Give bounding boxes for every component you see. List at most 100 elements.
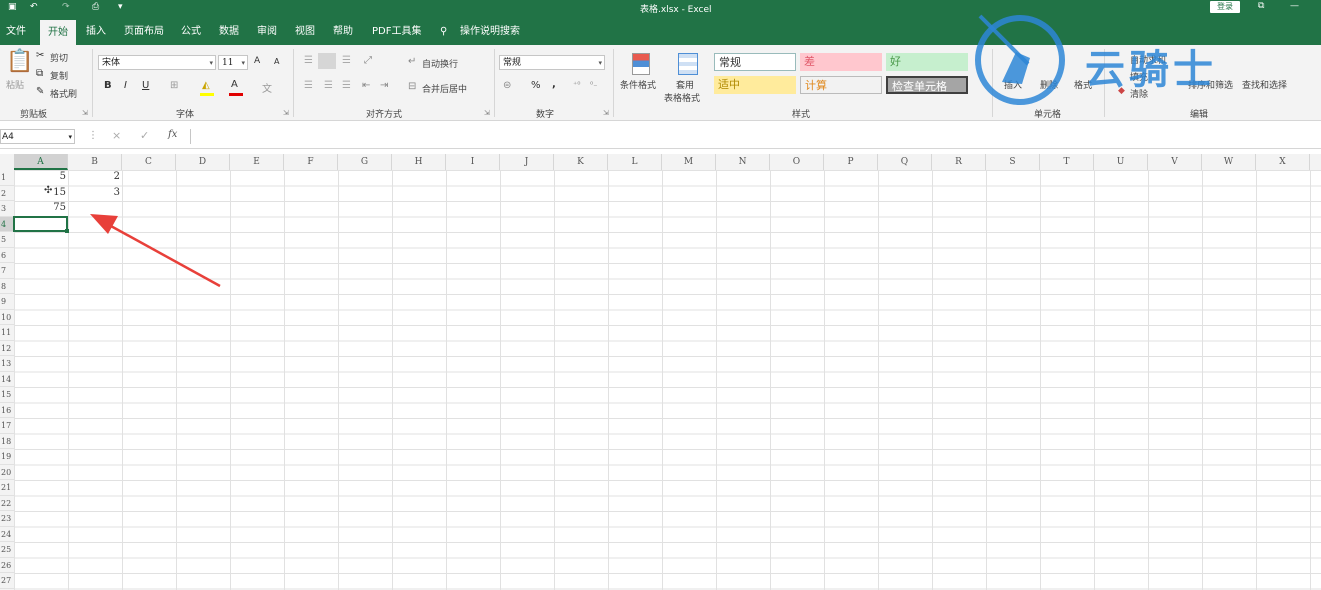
fill-handle[interactable] <box>65 229 69 233</box>
row-header[interactable]: 19 <box>0 449 14 465</box>
tab-help[interactable]: 帮助 <box>333 18 353 45</box>
style-bad[interactable]: 差 <box>800 53 882 71</box>
row-header[interactable]: 12 <box>0 341 14 356</box>
find-select-button[interactable]: 查找和选择 <box>1242 78 1287 91</box>
column-header-k[interactable]: K <box>554 154 608 170</box>
ribbon-display-icon[interactable]: ⧉ <box>1258 1 1264 11</box>
column-header-u[interactable]: U <box>1094 154 1148 170</box>
increase-indent-icon[interactable]: ⇥ <box>380 80 388 91</box>
row-header[interactable]: 27 <box>0 573 14 589</box>
decrease-indent-icon[interactable]: ⇤ <box>362 80 370 91</box>
font-size-select[interactable]: 11 ▾ <box>218 55 248 70</box>
tab-file[interactable]: 文件 <box>6 18 26 45</box>
tab-insert[interactable]: 插入 <box>86 18 106 45</box>
clipboard-launcher-icon[interactable]: ⇲ <box>82 109 88 117</box>
column-header-m[interactable]: M <box>662 154 716 170</box>
column-header-c[interactable]: C <box>122 154 176 170</box>
column-header-r[interactable]: R <box>932 154 986 170</box>
align-right-icon[interactable]: ☰ <box>342 80 351 91</box>
cell-a1[interactable]: 5 <box>14 171 66 182</box>
redo-icon[interactable]: ↷ <box>62 2 70 12</box>
style-normal[interactable]: 常规 <box>714 53 796 71</box>
column-header-o[interactable]: O <box>770 154 824 170</box>
style-neutral[interactable]: 适中 <box>714 76 796 94</box>
column-header-a[interactable]: A <box>14 154 68 170</box>
undo-icon[interactable]: ↶ <box>30 2 38 12</box>
decrease-decimal-icon[interactable]: ⁰₋ <box>590 80 597 89</box>
border-icon[interactable]: ⊞ <box>170 80 178 91</box>
column-header-v[interactable]: V <box>1148 154 1202 170</box>
row-header[interactable]: 26 <box>0 558 14 573</box>
column-header-f[interactable]: F <box>284 154 338 170</box>
row-header[interactable]: 24 <box>0 527 14 542</box>
underline-button[interactable]: U <box>142 80 149 91</box>
cell-b2[interactable]: 3 <box>68 187 120 198</box>
cell-a2[interactable]: 15 <box>14 187 66 198</box>
row-header[interactable]: 10 <box>0 310 14 325</box>
column-header-s[interactable]: S <box>986 154 1040 170</box>
phonetic-icon[interactable]: 文 <box>262 80 272 95</box>
row-header[interactable]: 3 <box>0 201 14 217</box>
insert-function-button[interactable]: fx <box>168 129 177 140</box>
row-header[interactable]: 7 <box>0 263 14 279</box>
italic-button[interactable]: I <box>124 80 127 91</box>
number-launcher-icon[interactable]: ⇲ <box>603 109 609 117</box>
column-header-b[interactable]: B <box>68 154 122 170</box>
wrap-text-button[interactable]: 自动换行 <box>422 57 458 70</box>
orientation-icon[interactable]: ⤢ <box>364 55 372 66</box>
select-all-corner[interactable] <box>0 154 15 171</box>
style-check-cell[interactable]: 检查单元格 <box>886 76 968 94</box>
cell-b1[interactable]: 2 <box>68 171 120 182</box>
row-header[interactable]: 22 <box>0 496 14 511</box>
row-header[interactable]: 25 <box>0 542 14 558</box>
column-header-w[interactable]: W <box>1202 154 1256 170</box>
customize-qat-icon[interactable]: ▾ <box>118 2 123 12</box>
cancel-entry-button[interactable]: × <box>112 129 121 142</box>
font-launcher-icon[interactable]: ⇲ <box>283 109 289 117</box>
align-top-icon[interactable]: ☰ <box>304 55 313 66</box>
style-calculation[interactable]: 计算 <box>800 76 882 94</box>
tab-data[interactable]: 数据 <box>219 18 239 45</box>
column-header-j[interactable]: J <box>500 154 554 170</box>
row-header[interactable]: 13 <box>0 356 14 372</box>
row-header[interactable]: 21 <box>0 480 14 496</box>
row-header[interactable]: 15 <box>0 387 14 403</box>
cut-button[interactable]: 剪切 <box>50 51 68 64</box>
align-center-icon[interactable]: ☰ <box>324 80 333 91</box>
tab-view[interactable]: 视图 <box>295 18 315 45</box>
tab-page-layout[interactable]: 页面布局 <box>124 18 164 45</box>
selected-cell-a4[interactable] <box>13 216 68 232</box>
increase-decimal-icon[interactable]: ⁺⁰ <box>573 80 580 89</box>
tab-review[interactable]: 审阅 <box>257 18 277 45</box>
column-header-p[interactable]: P <box>824 154 878 170</box>
column-header-t[interactable]: T <box>1040 154 1094 170</box>
row-header[interactable]: 23 <box>0 511 14 527</box>
minimize-icon[interactable]: — <box>1290 1 1299 11</box>
format-painter-button[interactable]: 格式刷 <box>50 87 77 100</box>
column-header-q[interactable]: Q <box>878 154 932 170</box>
row-header[interactable]: 1 <box>0 170 14 186</box>
row-header[interactable]: 14 <box>0 372 14 387</box>
bold-button[interactable]: B <box>104 80 112 91</box>
row-header[interactable]: 5 <box>0 232 14 248</box>
row-header[interactable]: 17 <box>0 418 14 434</box>
style-good[interactable]: 好 <box>886 53 968 71</box>
tell-me-search[interactable]: 操作说明搜索 <box>460 18 520 45</box>
column-header-n[interactable]: N <box>716 154 770 170</box>
table-format-label-1[interactable]: 套用 <box>676 78 694 91</box>
currency-icon[interactable]: ⊜ <box>503 80 511 91</box>
column-header-x[interactable]: X <box>1256 154 1310 170</box>
save-icon[interactable]: ▣ <box>8 2 17 12</box>
column-header-d[interactable]: D <box>176 154 230 170</box>
row-header[interactable]: 20 <box>0 465 14 480</box>
number-format-select[interactable]: 常规 ▾ <box>499 55 605 70</box>
row-header[interactable]: 9 <box>0 294 14 310</box>
align-bottom-icon[interactable]: ☰ <box>342 55 351 66</box>
column-header-g[interactable]: G <box>338 154 392 170</box>
row-header[interactable]: 8 <box>0 279 14 294</box>
formula-input[interactable] <box>190 129 1321 144</box>
row-header[interactable]: 18 <box>0 434 14 449</box>
row-header[interactable]: 4 <box>0 216 14 232</box>
comma-button[interactable]: , <box>552 79 556 90</box>
cell-a3[interactable]: 75 <box>14 202 66 213</box>
